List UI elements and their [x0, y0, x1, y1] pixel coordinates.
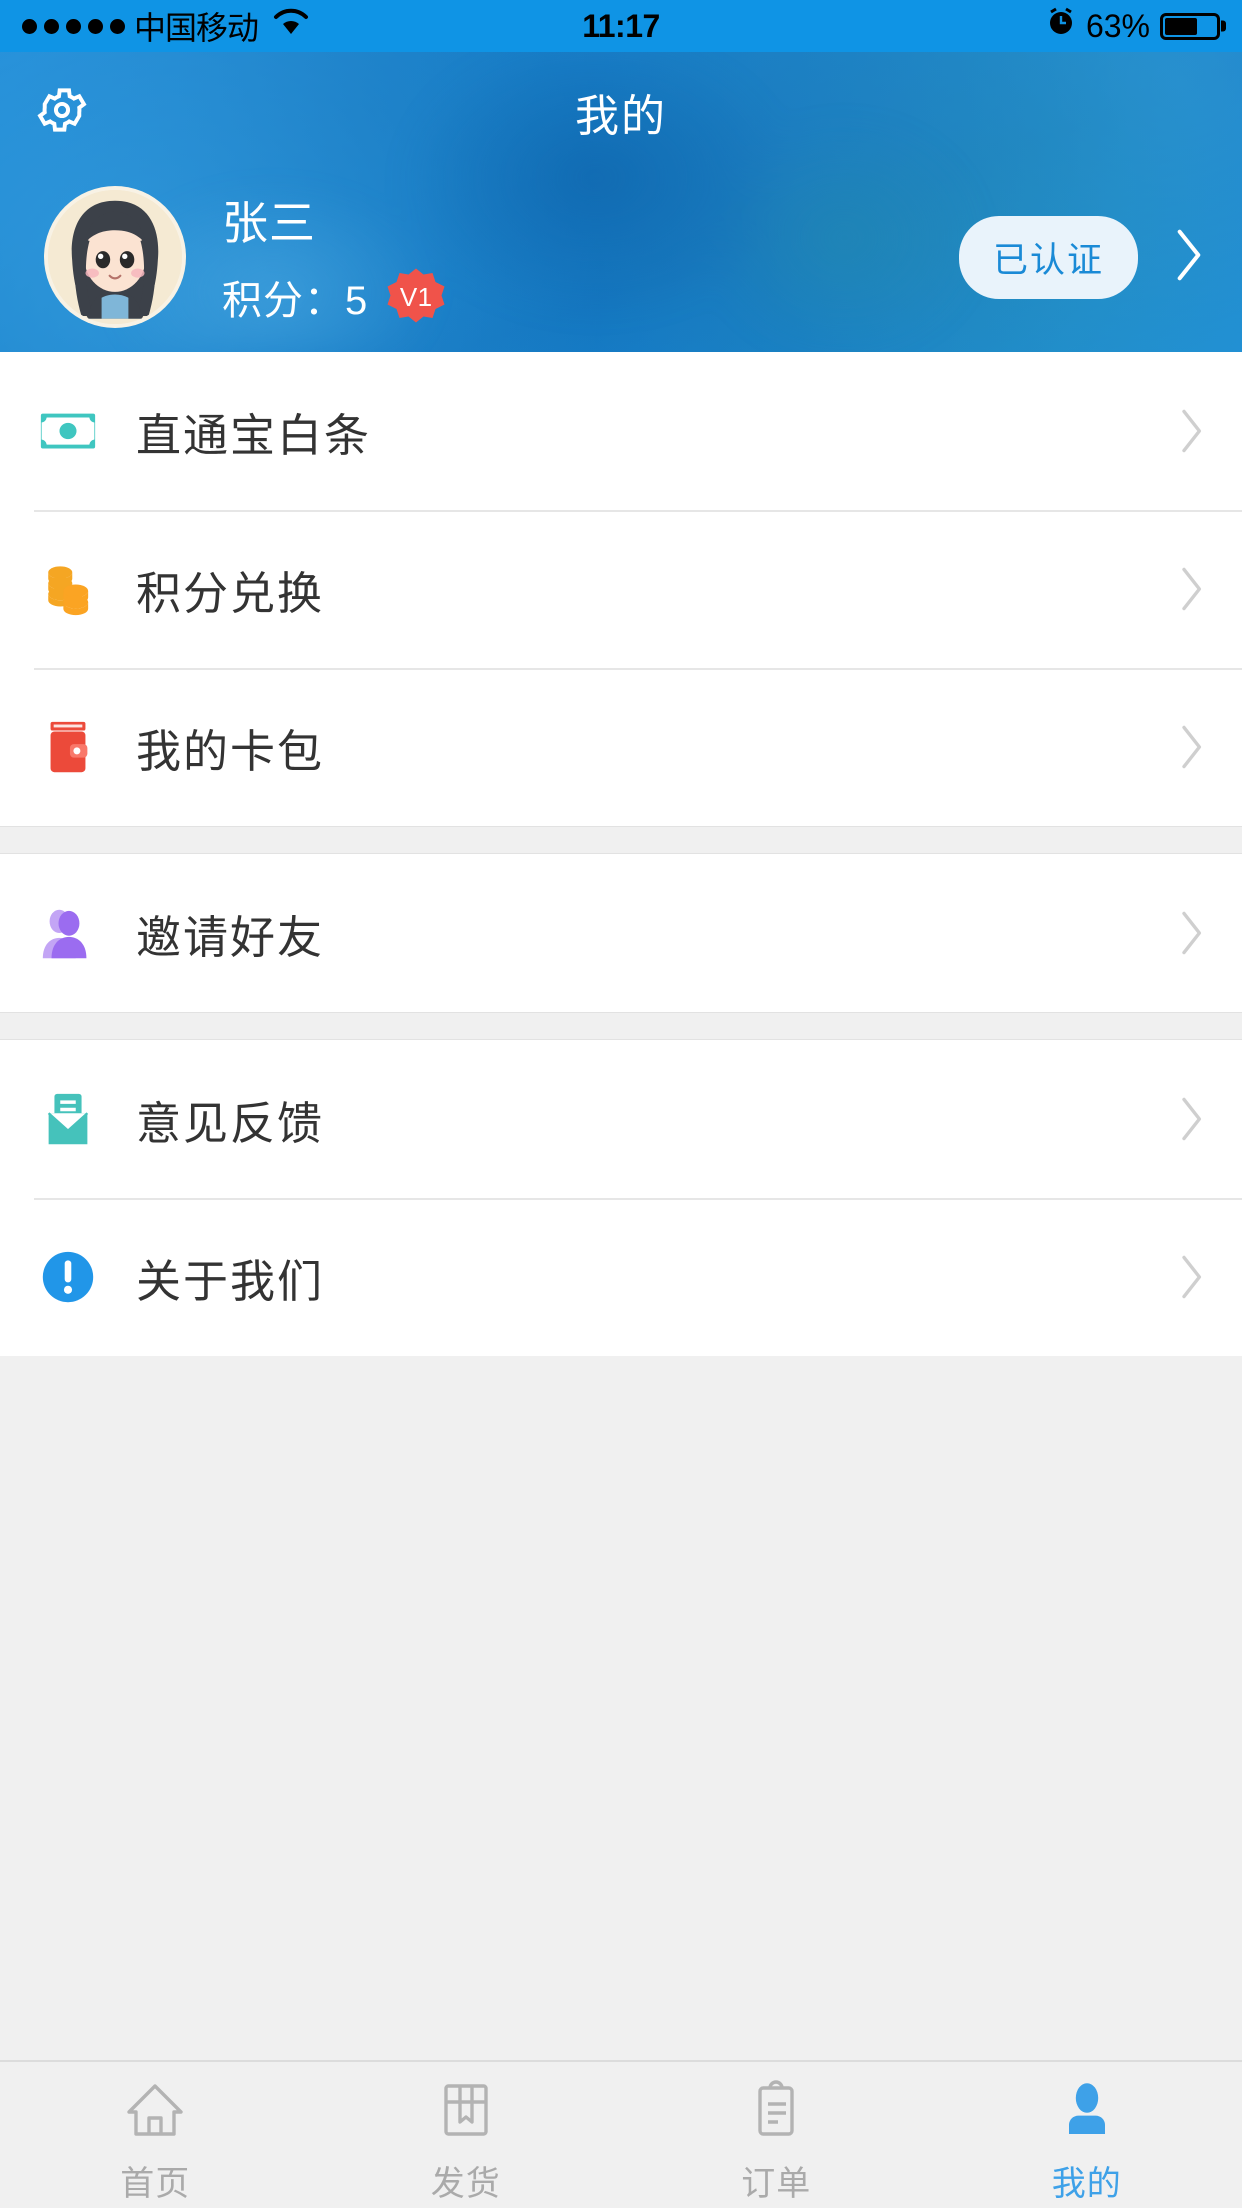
invite-friend-icon [34, 899, 102, 967]
tab-label: 我的 [1051, 2164, 1122, 2203]
menu-item-about-us[interactable]: 关于我们 [0, 1198, 1242, 1356]
menu-item-invite-friends[interactable]: 邀请好友 [0, 854, 1242, 1012]
tab-label: 订单 [741, 2164, 812, 2203]
profile-chevron[interactable] [1170, 224, 1208, 291]
chevron-right-icon [1174, 905, 1208, 961]
banknote-icon [34, 397, 102, 465]
tab-orders[interactable]: 订单 [621, 2062, 932, 2208]
group-separator [0, 1012, 1242, 1040]
profile-hero: 我的 张三 积分：5 V1 已认证 [0, 52, 1242, 352]
menu-item-zhitongbao[interactable]: 直通宝白条 [0, 352, 1242, 510]
battery-percent: 63% [1085, 7, 1150, 44]
navigation-bar: 我的 [0, 52, 1242, 172]
menu-item-feedback[interactable]: 意见反馈 [0, 1040, 1242, 1198]
coins-icon [34, 555, 102, 623]
level-badge: V1 [386, 267, 446, 327]
chevron-right-icon [1174, 719, 1208, 775]
page-title: 我的 [575, 92, 667, 141]
battery-icon [1160, 12, 1220, 40]
status-bar-right: 63% [1046, 7, 1220, 45]
tab-mine[interactable]: 我的 [932, 2062, 1242, 2208]
alarm-icon [1046, 7, 1076, 45]
feedback-envelope-icon [34, 1085, 102, 1153]
chevron-right-icon [1174, 403, 1208, 459]
menu-list: 直通宝白条 积分兑换 我的卡包 邀请好友 意见反馈 关于我们 [0, 352, 1242, 2060]
app-screen: 中国移动 11:17 63% 我的 张三 积分：5 V1 已认证 直通宝白条 积… [0, 0, 1242, 2208]
wallet-icon [34, 713, 102, 781]
info-circle-icon [34, 1243, 102, 1311]
clipboard-order-icon [744, 2074, 808, 2146]
user-profile-icon [1055, 2074, 1119, 2146]
home-icon [123, 2074, 187, 2146]
chevron-right-icon [1174, 1249, 1208, 1305]
gear-icon [34, 82, 90, 143]
points-label: 积分：5 [222, 279, 369, 323]
menu-item-label: 邀请好友 [136, 911, 325, 963]
chevron-right-icon [1174, 1091, 1208, 1147]
menu-item-label: 直通宝白条 [136, 409, 372, 461]
profile-summary[interactable]: 张三 积分：5 V1 已认证 [0, 172, 1242, 342]
menu-item-label: 我的卡包 [136, 725, 325, 777]
points-row: 积分：5 V1 [222, 267, 446, 327]
carrier-name: 中国移动 [134, 10, 259, 46]
chevron-right-icon [1170, 224, 1208, 291]
group-separator [0, 826, 1242, 854]
menu-group-3: 意见反馈 关于我们 [0, 1040, 1242, 1356]
user-name: 张三 [222, 197, 316, 249]
level-badge-label: V1 [399, 281, 433, 312]
avatar[interactable] [44, 186, 186, 328]
chevron-right-icon [1174, 561, 1208, 617]
tab-home[interactable]: 首页 [0, 2062, 311, 2208]
tab-shipping[interactable]: 发货 [311, 2062, 622, 2208]
menu-group-1: 直通宝白条 积分兑换 我的卡包 [0, 352, 1242, 826]
profile-text: 张三 积分：5 V1 [222, 187, 446, 327]
verified-status-badge[interactable]: 已认证 [958, 215, 1138, 299]
status-bar-left: 中国移动 [22, 3, 309, 49]
signal-strength-dots [22, 18, 125, 34]
menu-item-label: 意见反馈 [136, 1097, 325, 1149]
bottom-tab-bar: 首页 发货 订单 我的 [0, 2060, 1242, 2208]
menu-item-my-cards[interactable]: 我的卡包 [0, 668, 1242, 826]
tab-label: 首页 [120, 2164, 191, 2203]
tab-label: 发货 [430, 2164, 501, 2203]
menu-item-points-exchange[interactable]: 积分兑换 [0, 510, 1242, 668]
menu-group-2: 邀请好友 [0, 854, 1242, 1012]
status-bar: 中国移动 11:17 63% [0, 0, 1242, 52]
menu-item-label: 积分兑换 [136, 567, 325, 619]
wifi-icon [273, 8, 309, 44]
menu-item-label: 关于我们 [136, 1255, 325, 1307]
shipping-box-icon [434, 2074, 498, 2146]
settings-button[interactable] [26, 76, 98, 148]
